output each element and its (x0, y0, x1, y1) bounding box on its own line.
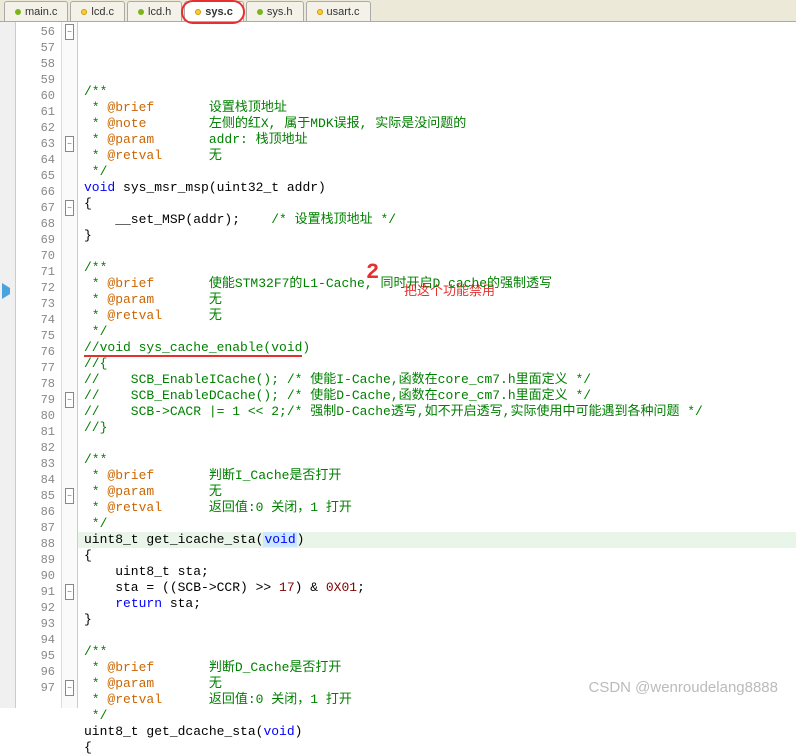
tab-lcd-c[interactable]: lcd.c (70, 1, 125, 21)
code-line[interactable] (78, 436, 796, 452)
fold-toggle[interactable]: − (65, 488, 74, 504)
code-line[interactable]: // SCB_EnableICache(); /* 使能I-Cache,函数在c… (78, 372, 796, 388)
tab-sys-c[interactable]: sys.c (184, 1, 244, 21)
code-line[interactable]: * @brief 判断I_Cache是否打开 (78, 468, 796, 484)
tab-label: lcd.c (91, 6, 114, 18)
code-line[interactable]: * @param 无 (78, 676, 796, 692)
code-line[interactable]: { (78, 548, 796, 564)
fold-gutter[interactable]: − − − − − − − (62, 22, 78, 708)
code-line[interactable]: * @param 无 (78, 484, 796, 500)
fold-toggle[interactable]: − (65, 136, 74, 152)
code-line[interactable]: /** (78, 452, 796, 468)
fold-toggle[interactable]: − (65, 200, 74, 216)
code-line[interactable]: * @brief 使能STM32F7的L1-Cache, 同时开启D cache… (78, 276, 796, 292)
code-line[interactable]: * @brief 判断D_Cache是否打开 (78, 660, 796, 676)
code-line[interactable]: } (78, 228, 796, 244)
code-line[interactable]: uint8_t get_icache_sta(void) (78, 532, 796, 548)
code-line[interactable]: /** (78, 260, 796, 276)
fold-toggle[interactable]: − (65, 392, 74, 408)
tab-bar: main.c lcd.c lcd.h sys.c sys.h usart.c (0, 0, 796, 22)
code-line[interactable] (78, 244, 796, 260)
code-line[interactable]: void sys_msr_msp(uint32_t addr) (78, 180, 796, 196)
file-icon (317, 9, 323, 15)
code-line[interactable]: //{ (78, 356, 796, 372)
code-line[interactable]: __set_MSP(addr); /* 设置栈顶地址 */ (78, 212, 796, 228)
file-icon (195, 9, 201, 15)
code-line[interactable]: */ (78, 164, 796, 180)
code-line[interactable]: * @note 左侧的红X, 属于MDK误报, 实际是没问题的 (78, 116, 796, 132)
code-line[interactable]: * @brief 设置栈顶地址 (78, 100, 796, 116)
code-line[interactable]: */ (78, 516, 796, 532)
tab-main-c[interactable]: main.c (4, 1, 68, 21)
file-icon (15, 9, 21, 15)
tab-usart-c[interactable]: usart.c (306, 1, 371, 21)
code-line[interactable]: uint8_t get_dcache_sta(void) (78, 724, 796, 740)
fold-toggle[interactable]: − (65, 680, 74, 696)
tab-sys-h[interactable]: sys.h (246, 1, 304, 21)
code-line[interactable]: * @retval 返回值:0 关闭，1 打开 (78, 692, 796, 708)
code-line[interactable] (78, 628, 796, 644)
tab-label: usart.c (327, 6, 360, 18)
code-line[interactable]: * @retval 无 (78, 148, 796, 164)
code-line[interactable]: { (78, 196, 796, 212)
code-line[interactable]: */ (78, 324, 796, 340)
code-line[interactable]: * @param 无 (78, 292, 796, 308)
code-editor: 5657585960616263646566676869707172737475… (0, 22, 796, 708)
code-line[interactable]: uint8_t sta; (78, 564, 796, 580)
code-line[interactable]: } (78, 612, 796, 628)
code-line[interactable]: /** (78, 644, 796, 660)
breakpoint-gutter[interactable] (0, 22, 16, 708)
code-line[interactable]: /** (78, 84, 796, 100)
code-line[interactable]: */ (78, 708, 796, 724)
file-icon (81, 9, 87, 15)
fold-toggle[interactable]: − (65, 584, 74, 600)
code-line[interactable]: // SCB->CACR |= 1 << 2;/* 强制D-Cache透写,如不… (78, 404, 796, 420)
code-area[interactable]: 2 把这个功能禁用 /** * @brief 设置栈顶地址 * @note 左侧… (78, 22, 796, 708)
tab-label: main.c (25, 6, 57, 18)
tab-label: sys.h (267, 6, 293, 18)
code-line[interactable]: // SCB_EnableDCache(); /* 使能D-Cache,函数在c… (78, 388, 796, 404)
code-line[interactable]: * @retval 无 (78, 308, 796, 324)
code-line[interactable]: return sta; (78, 596, 796, 612)
file-icon (257, 9, 263, 15)
tab-lcd-h[interactable]: lcd.h (127, 1, 182, 21)
tab-label: lcd.h (148, 6, 171, 18)
fold-toggle[interactable]: − (65, 24, 74, 40)
code-line[interactable]: //void sys_cache_enable(void) (78, 340, 796, 356)
tab-label: sys.c (205, 6, 233, 18)
line-number-gutter: 5657585960616263646566676869707172737475… (16, 22, 62, 708)
code-line[interactable]: * @retval 返回值:0 关闭，1 打开 (78, 500, 796, 516)
code-line[interactable]: //} (78, 420, 796, 436)
code-line[interactable]: { (78, 740, 796, 756)
code-line[interactable]: * @param addr: 栈顶地址 (78, 132, 796, 148)
code-line[interactable]: sta = ((SCB->CCR) >> 17) & 0X01; (78, 580, 796, 596)
file-icon (138, 9, 144, 15)
